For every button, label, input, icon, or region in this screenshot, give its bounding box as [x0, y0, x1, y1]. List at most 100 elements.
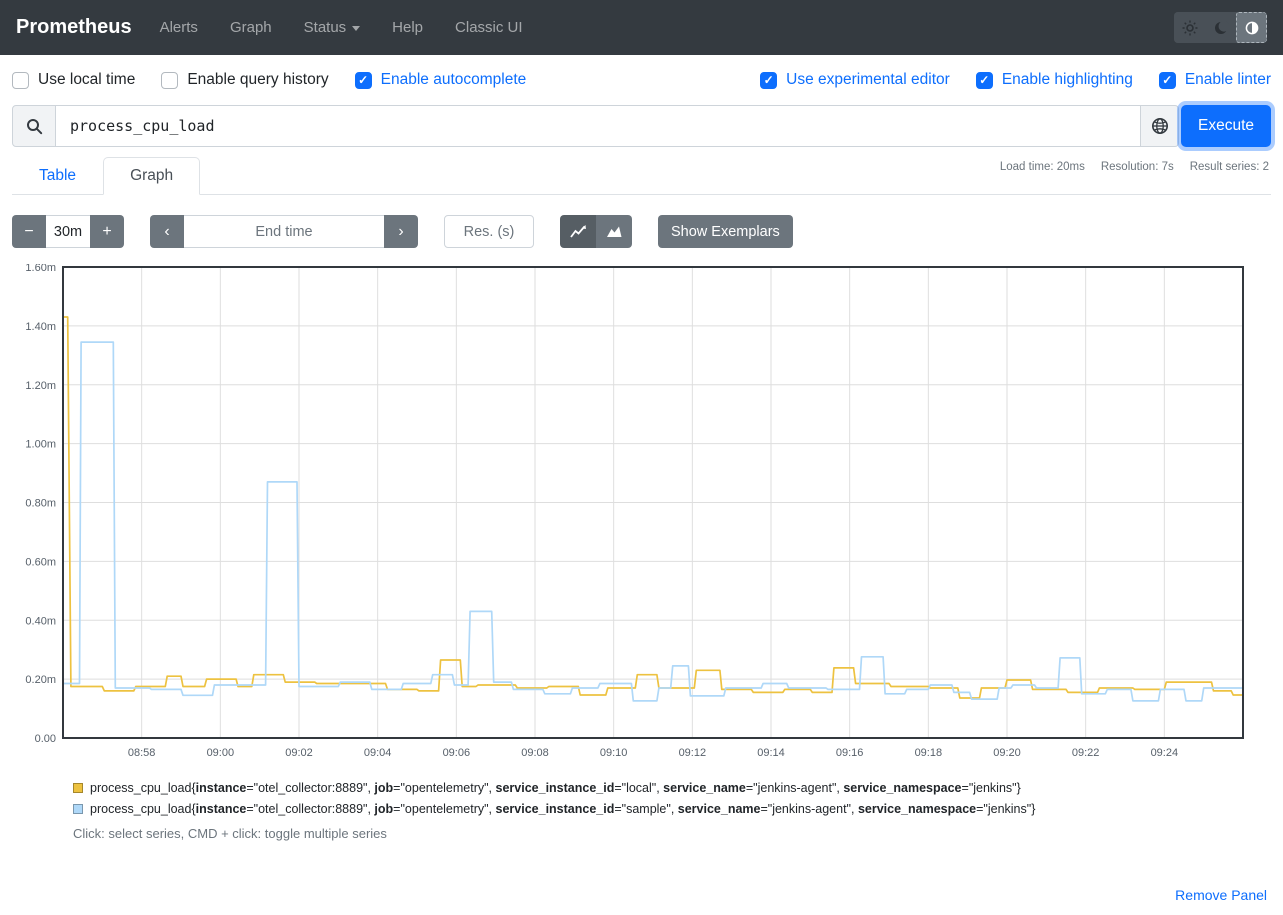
range-decrease-button[interactable]: − [12, 215, 46, 248]
x-axis-tick: 09:08 [521, 747, 549, 759]
checkbox-label: Enable autocomplete [381, 71, 527, 89]
legend-hint: Click: select series, CMD + click: toggl… [73, 826, 1271, 841]
y-axis-tick: 0.60m [25, 556, 56, 568]
time-forward-button[interactable]: › [384, 215, 418, 248]
legend-series-label: process_cpu_load{instance="otel_collecto… [90, 781, 1021, 795]
plus-icon: + [102, 223, 111, 241]
tab-table[interactable]: Table [12, 157, 103, 195]
checkbox-icon [161, 72, 178, 89]
search-addon [12, 105, 56, 147]
resolution-stat: Resolution: 7s [1101, 161, 1174, 173]
minus-icon: − [24, 223, 33, 241]
x-axis-tick: 09:16 [836, 747, 864, 759]
x-axis-tick: 09:02 [285, 747, 313, 759]
legend-swatch [73, 804, 83, 814]
checkbox-enable-linter[interactable]: ✓ Enable linter [1159, 71, 1271, 89]
stacked-chart-button[interactable] [596, 215, 632, 248]
search-icon [26, 118, 43, 135]
range-input[interactable] [46, 215, 90, 248]
x-axis-tick: 09:06 [443, 747, 471, 759]
moon-icon [1213, 20, 1229, 36]
result-series-stat: Result series: 2 [1190, 161, 1269, 173]
nav-item-help[interactable]: Help [392, 19, 423, 36]
legend-item[interactable]: process_cpu_load{instance="otel_collecto… [73, 781, 1271, 795]
checkbox-icon [12, 72, 29, 89]
stacked-chart-icon [606, 224, 623, 239]
y-axis-tick: 0.20m [25, 674, 56, 686]
dark-theme-button[interactable] [1205, 12, 1236, 43]
sun-icon [1182, 20, 1198, 36]
x-axis-tick: 09:22 [1072, 747, 1100, 759]
checkbox-label: Enable linter [1185, 71, 1271, 89]
range-increase-button[interactable]: + [90, 215, 124, 248]
line-chart-icon [570, 224, 587, 239]
checkbox-use-experimental-editor[interactable]: ✓ Use experimental editor [760, 71, 950, 89]
x-axis-tick: 09:12 [679, 747, 707, 759]
range-group: − + [12, 215, 124, 248]
x-axis-tick: 09:14 [757, 747, 785, 759]
checkbox-enable-highlighting[interactable]: ✓ Enable highlighting [976, 71, 1133, 89]
nav-item-status[interactable]: Status [304, 19, 361, 36]
checkbox-label: Use experimental editor [786, 71, 950, 89]
series-line [63, 317, 1243, 698]
chart-area: 1.60m 1.40m 1.20m 1.00m 0.80m 0.60m 0.40m 0.20m… [12, 264, 1271, 767]
brand-prometheus[interactable]: Prometheus [16, 16, 132, 39]
legend-swatch [73, 783, 83, 793]
checkbox-checked-icon: ✓ [355, 72, 372, 89]
checkbox-checked-icon: ✓ [1159, 72, 1176, 89]
nav-item-graph[interactable]: Graph [230, 19, 272, 36]
tab-graph[interactable]: Graph [103, 157, 200, 195]
graph-controls: − + ‹ › Show Exemplars [12, 215, 1271, 248]
settings-right-group: ✓ Use experimental editor ✓ Enable highl… [760, 71, 1271, 89]
checkbox-label: Use local time [38, 71, 135, 89]
x-axis-tick: 09:18 [915, 747, 943, 759]
x-axis-tick: 08:58 [128, 747, 156, 759]
checkbox-enable-query-history[interactable]: Enable query history [161, 71, 328, 89]
chart-type-toggle [560, 215, 632, 248]
nav-item-alerts[interactable]: Alerts [160, 19, 198, 36]
chevron-down-icon [352, 26, 360, 31]
checkbox-enable-autocomplete[interactable]: ✓ Enable autocomplete [355, 71, 527, 89]
x-axis-tick: 09:00 [207, 747, 235, 759]
legend-item[interactable]: process_cpu_load{instance="otel_collecto… [73, 802, 1271, 816]
chevron-left-icon: ‹ [164, 223, 169, 241]
time-back-button[interactable]: ‹ [150, 215, 184, 248]
end-time-group: ‹ › [150, 215, 418, 248]
checkbox-use-local-time[interactable]: Use local time [12, 71, 135, 89]
legend-list: process_cpu_load{instance="otel_collecto… [73, 781, 1271, 816]
graph-canvas[interactable]: 1.60m 1.40m 1.20m 1.00m 0.80m 0.60m 0.40m 0.20m… [12, 264, 1271, 762]
y-axis-tick: 0.80m [25, 498, 56, 510]
legend-series-label: process_cpu_load{instance="otel_collecto… [90, 802, 1035, 816]
nav-item-classic-ui[interactable]: Classic UI [455, 19, 523, 36]
query-input[interactable] [56, 105, 1141, 147]
y-axis-tick: 1.40m [25, 321, 56, 333]
checkbox-label: Enable query history [187, 71, 328, 89]
resolution-input[interactable] [444, 215, 534, 248]
remove-panel-link[interactable]: Remove Panel [1175, 887, 1267, 903]
y-axis-tick: 1.00m [25, 439, 56, 451]
x-axis-tick: 09:10 [600, 747, 628, 759]
end-time-input[interactable] [184, 215, 384, 248]
settings-row: Use local time Enable query history ✓ En… [0, 55, 1283, 99]
nav-links: Alerts Graph Status Help Classic UI [160, 19, 523, 36]
query-stats: Load time: 20ms Resolution: 7s Result se… [1000, 161, 1269, 173]
metrics-explorer-button[interactable] [1141, 105, 1179, 147]
light-theme-button[interactable] [1174, 12, 1205, 43]
execute-button[interactable]: Execute [1181, 105, 1271, 147]
checkbox-checked-icon: ✓ [760, 72, 777, 89]
y-axis-tick: 0.40m [25, 615, 56, 627]
checkbox-label: Enable highlighting [1002, 71, 1133, 89]
auto-theme-button[interactable] [1236, 12, 1267, 43]
series-line [63, 342, 1243, 701]
navbar: Prometheus Alerts Graph Status Help Clas… [0, 0, 1283, 55]
y-axis-tick: 1.60m [25, 264, 56, 274]
theme-toggle-group [1174, 12, 1267, 43]
tab-row: Load time: 20ms Resolution: 7s Result se… [12, 157, 1271, 195]
y-axis-tick: 0.00 [35, 733, 56, 745]
x-axis-tick: 09:04 [364, 747, 392, 759]
y-axis-tick: 1.20m [25, 380, 56, 392]
chevron-right-icon: › [398, 223, 403, 241]
show-exemplars-button[interactable]: Show Exemplars [658, 215, 793, 248]
line-chart-button[interactable] [560, 215, 596, 248]
settings-left-group: Use local time Enable query history ✓ En… [12, 71, 526, 89]
